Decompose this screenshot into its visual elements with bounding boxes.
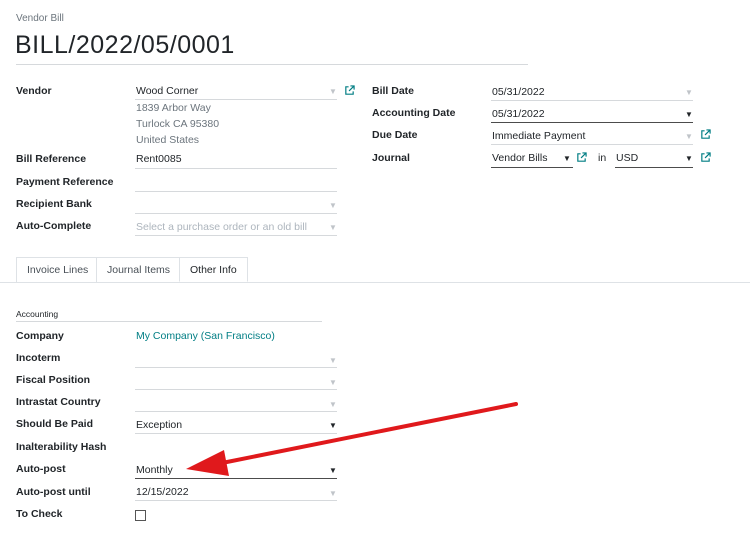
annotation-arrow <box>186 402 518 476</box>
annotation-arrow-head <box>186 450 229 476</box>
annotation-arrow-shaft <box>220 402 518 465</box>
